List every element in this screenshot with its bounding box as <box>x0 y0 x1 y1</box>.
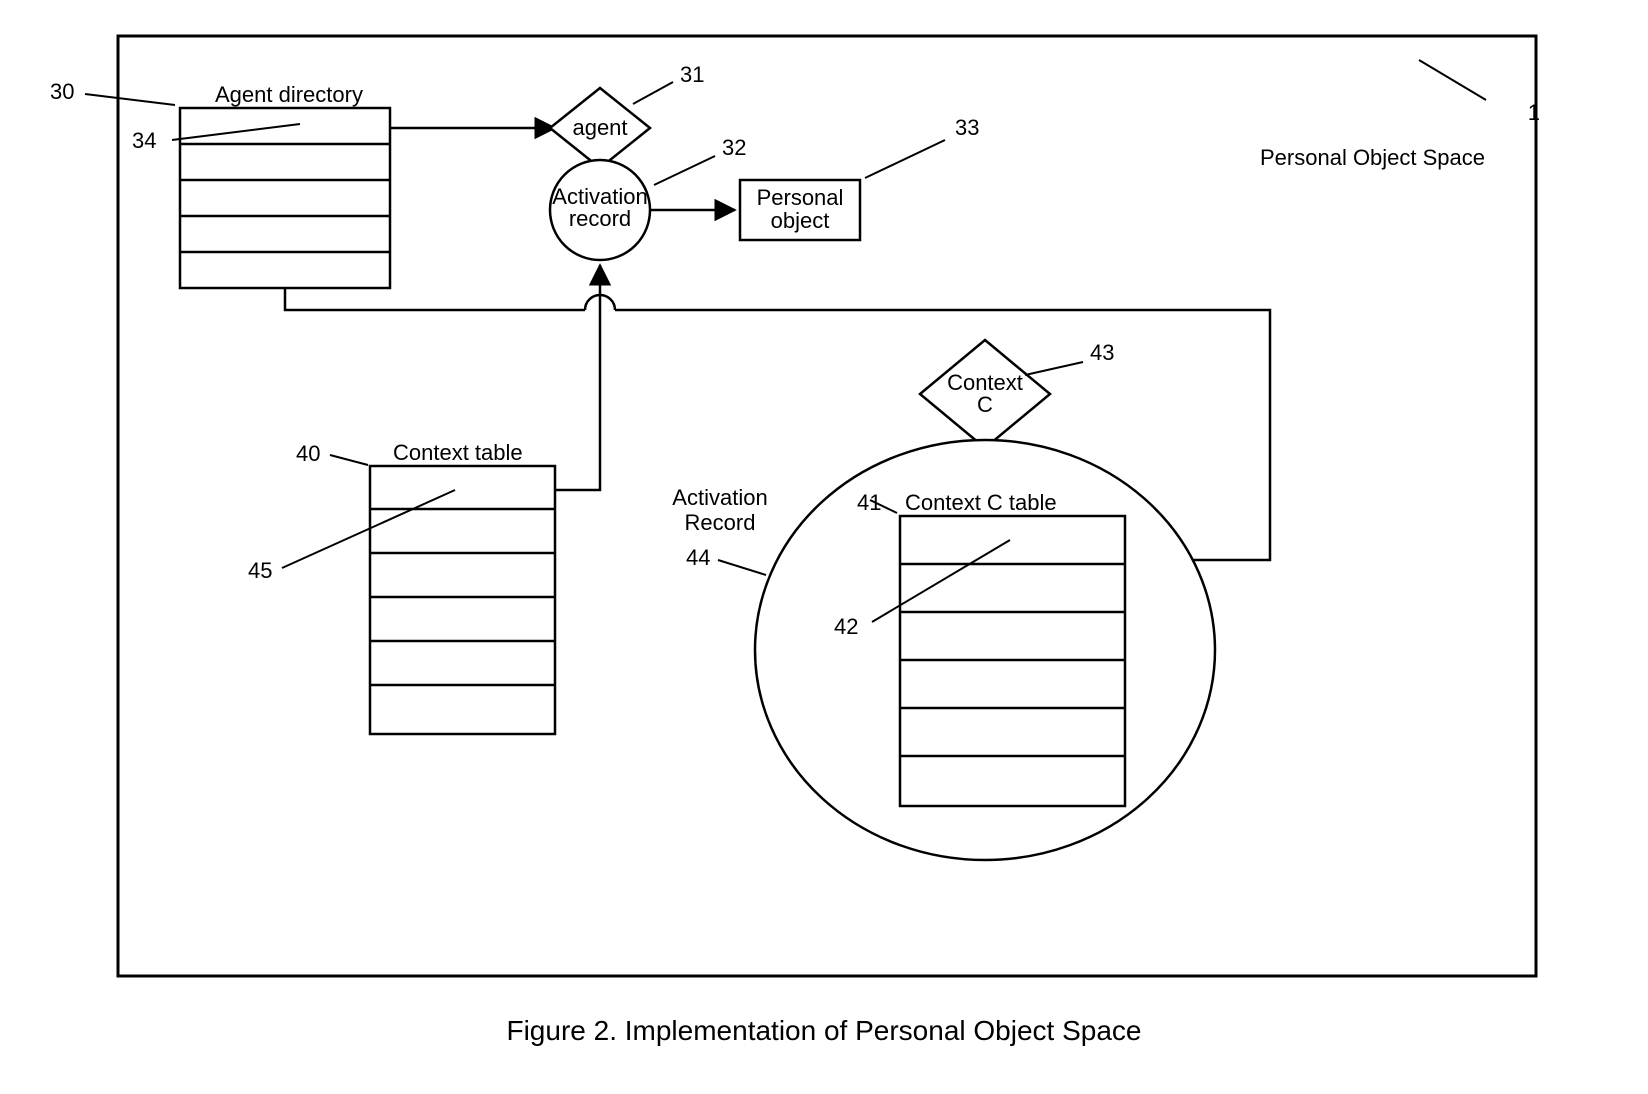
activation-record-l2: record <box>569 206 631 231</box>
ref-31: 31 <box>680 62 704 87</box>
context-table: Context table <box>370 440 555 734</box>
ref-34: 34 <box>132 128 156 153</box>
ref-31-leader <box>633 82 673 104</box>
ref-44: 44 <box>686 545 710 570</box>
arrow-ctxtable-to-actrec <box>555 265 600 490</box>
ref-33: 33 <box>955 115 979 140</box>
ref-30: 30 <box>50 79 74 104</box>
ref-32-leader <box>654 156 715 185</box>
ref-44-leader <box>718 560 766 575</box>
ref-40: 40 <box>296 441 320 466</box>
ref-1-leader <box>1419 60 1486 100</box>
agent-directory-title: Agent directory <box>215 82 363 107</box>
agent-diamond-label: agent <box>572 115 627 140</box>
context-c-table-title: Context C table <box>905 490 1057 515</box>
activation-record-circle: Activation record <box>550 160 650 260</box>
agent-diamond: agent <box>550 88 650 168</box>
personal-object-l2: object <box>771 208 830 233</box>
context-c-l2: C <box>977 392 993 417</box>
figure-caption: Figure 2. Implementation of Personal Obj… <box>506 1015 1141 1046</box>
ref-34-leader <box>172 124 300 140</box>
personal-object-l1: Personal <box>757 185 844 210</box>
activation-record-big-l2: Record <box>685 510 756 535</box>
activation-record-big-l1: Activation <box>672 485 767 510</box>
ref-42: 42 <box>834 614 858 639</box>
ref-43-leader <box>1025 362 1083 375</box>
ref-41: 41 <box>857 490 881 515</box>
space-label: Personal Object Space <box>1260 145 1485 170</box>
agent-directory: Agent directory <box>180 82 390 288</box>
ref-45-leader <box>282 490 455 568</box>
personal-object-box: Personal object <box>740 180 860 240</box>
ref-40-leader <box>330 455 368 465</box>
ref-45: 45 <box>248 558 272 583</box>
ref-1: 1 <box>1528 100 1540 125</box>
diagram-canvas: 1 Personal Object Space Agent directory … <box>0 0 1648 1094</box>
context-table-title: Context table <box>393 440 523 465</box>
ref-32: 32 <box>722 135 746 160</box>
context-c-diamond: Context C <box>920 340 1050 448</box>
ref-30-leader <box>85 94 175 105</box>
ref-33-leader <box>865 140 945 178</box>
ref-43: 43 <box>1090 340 1114 365</box>
